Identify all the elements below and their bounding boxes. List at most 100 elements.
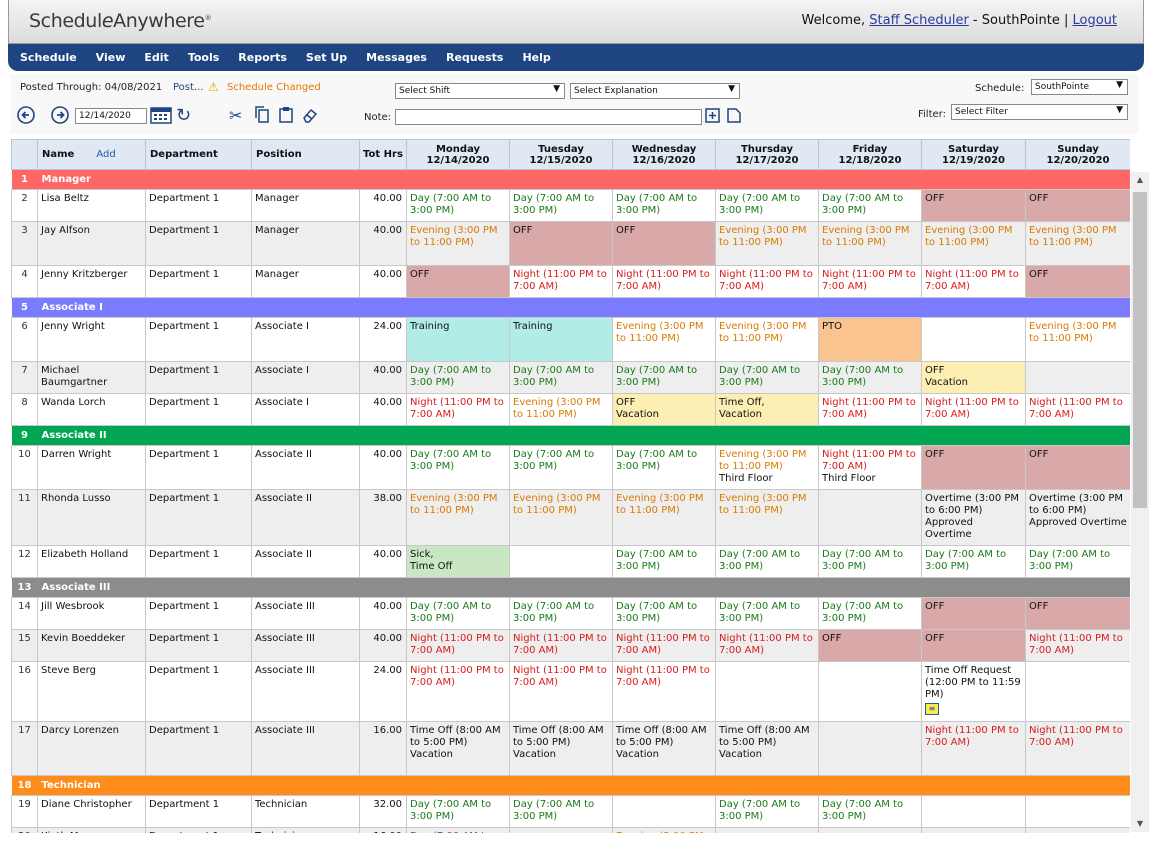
shift-cell[interactable]: Day (7:00 AM to 3:00 PM) (612, 545, 716, 578)
shift-cell[interactable]: Day (7:00 AM to 3:00 PM) (818, 189, 922, 222)
shift-cell[interactable]: Day (7:00 AM to 3:00 PM) (406, 361, 510, 394)
shift-cell[interactable] (1025, 827, 1130, 833)
group-row[interactable]: 18 Technician (11, 775, 1130, 796)
employee-name[interactable]: Jill Wesbrook (37, 597, 146, 630)
employee-name[interactable]: Michael Baumgartner (37, 361, 146, 394)
shift-cell[interactable] (818, 827, 922, 833)
shift-cell[interactable]: Day (7:00 AM to 3:00 PM) (406, 827, 510, 833)
shift-cell[interactable]: Overtime (3:00 PM to 6:00 PM) Approved O… (921, 489, 1026, 546)
name-header[interactable]: Name Add (37, 139, 146, 170)
shift-cell[interactable] (921, 827, 1026, 833)
add-employee-link[interactable]: Add (96, 149, 115, 160)
employee-name[interactable]: Darren Wright (37, 445, 146, 490)
shift-cell[interactable]: Night (11:00 PM to 7:00 AM) (715, 629, 819, 662)
shift-cell[interactable]: Night (11:00 PM to 7:00 AM) (1025, 393, 1130, 426)
shift-cell[interactable]: Time Off (8:00 AM to 5:00 PM) Vacation (406, 721, 510, 776)
menu-view[interactable]: View (96, 51, 126, 64)
day-header-sunday[interactable]: Sunday 12/20/2020 (1025, 139, 1130, 170)
day-header-friday[interactable]: Friday 12/18/2020 (818, 139, 922, 170)
shift-cell[interactable]: Day (7:00 AM to 3:00 PM) (406, 795, 510, 828)
shift-cell[interactable]: OFF (509, 221, 613, 266)
eraser-icon[interactable] (302, 107, 318, 127)
shift-cell[interactable] (1025, 795, 1130, 828)
menu-requests[interactable]: Requests (446, 51, 503, 64)
shift-cell[interactable]: PTO (818, 317, 922, 362)
shift-cell[interactable]: Evening (3:00 PM to 11:00 PM) (715, 317, 819, 362)
shift-cell[interactable]: Night (11:00 PM to 7:00 AM) (1025, 629, 1130, 662)
shift-cell[interactable] (818, 721, 922, 776)
shift-cell[interactable]: Night (11:00 PM to 7:00 AM) (509, 265, 613, 298)
day-header-wednesday[interactable]: Wednesday 12/16/2020 (612, 139, 716, 170)
shift-cell[interactable]: Night (11:00 PM to 7:00 AM) (612, 265, 716, 298)
shift-cell[interactable]: Day (7:00 AM to 3:00 PM) (818, 545, 922, 578)
shift-cell[interactable]: OFF Vacation (612, 393, 716, 426)
employee-name[interactable]: Jay Alfson (37, 221, 146, 266)
shift-cell[interactable] (818, 661, 922, 722)
shift-cell[interactable]: Night (11:00 PM to 7:00 AM) (406, 629, 510, 662)
shift-cell[interactable]: Night (11:00 PM to 7:00 AM) (818, 265, 922, 298)
employee-name[interactable]: Jenny Wright (37, 317, 146, 362)
date-input[interactable] (75, 108, 147, 124)
employee-name[interactable]: Darcy Lorenzen (37, 721, 146, 776)
department-header[interactable]: Department (145, 139, 252, 170)
shift-cell[interactable]: Day (7:00 AM to 3:00 PM) (715, 795, 819, 828)
shift-cell[interactable]: Day (7:00 AM to 3:00 PM) (818, 597, 922, 630)
day-header-tuesday[interactable]: Tuesday 12/15/2020 (509, 139, 613, 170)
copy-icon[interactable] (255, 106, 269, 127)
employee-name[interactable]: Wanda Lorch (37, 393, 146, 426)
tot-hrs-header[interactable]: Tot Hrs (359, 139, 407, 170)
shift-cell[interactable]: Night (11:00 PM to 7:00 AM) (1025, 721, 1130, 776)
shift-cell[interactable]: OFF (1025, 597, 1130, 630)
shift-cell[interactable]: OFF Vacation (921, 361, 1026, 394)
shift-cell[interactable] (715, 827, 819, 833)
document-icon[interactable] (727, 108, 741, 127)
shift-cell[interactable]: Day (7:00 AM to 3:00 PM) (612, 189, 716, 222)
user-link[interactable]: Staff Scheduler (869, 13, 969, 28)
shift-cell[interactable]: Night (11:00 PM to 7:00 AM) (921, 265, 1026, 298)
note-input[interactable] (395, 109, 702, 125)
shift-cell[interactable]: Day (7:00 AM to 3:00 PM) (921, 545, 1026, 578)
shift-cell[interactable]: Day (7:00 AM to 3:00 PM) (715, 189, 819, 222)
shift-cell[interactable]: Evening (3:00 PM to 11:00 PM) (921, 221, 1026, 266)
filter-dropdown[interactable]: Select Filter ▼ (951, 104, 1128, 120)
shift-cell[interactable]: OFF (921, 445, 1026, 490)
position-header[interactable]: Position (251, 139, 360, 170)
shift-cell[interactable]: OFF (406, 265, 510, 298)
shift-cell[interactable]: Evening (3:00 PM to 11:00 PM) (715, 221, 819, 266)
shift-cell[interactable]: Sick, Time Off (406, 545, 510, 578)
shift-cell[interactable]: Time Off (8:00 AM to 5:00 PM) Vacation (509, 721, 613, 776)
shift-cell[interactable]: Night (11:00 PM to 7:00 AM) (509, 629, 613, 662)
shift-cell[interactable]: Night (11:00 PM to 7:00 AM) (921, 721, 1026, 776)
shift-cell[interactable]: Time Off Request (12:00 PM to 11:59 PM) ≡ (921, 661, 1026, 722)
shift-cell[interactable]: Day (7:00 AM to 3:00 PM) (612, 361, 716, 394)
shift-cell[interactable] (1025, 661, 1130, 722)
menu-messages[interactable]: Messages (366, 51, 427, 64)
shift-cell[interactable]: Day (7:00 AM to 3:00 PM) (509, 189, 613, 222)
request-note-icon[interactable]: ≡ (925, 703, 939, 715)
schedule-dropdown[interactable]: SouthPointe ▼ (1031, 79, 1128, 95)
logout-link[interactable]: Logout (1072, 13, 1117, 28)
menu-help[interactable]: Help (522, 51, 550, 64)
shift-cell[interactable]: OFF (1025, 265, 1130, 298)
shift-cell[interactable]: Evening (3:00 PM to 11:00 PM) (612, 489, 716, 546)
shift-cell[interactable]: Day (7:00 AM to 3:00 PM) (509, 445, 613, 490)
shift-cell[interactable]: Night (11:00 PM to 7:00 AM) (818, 393, 922, 426)
shift-cell[interactable]: Training (406, 317, 510, 362)
menu-setup[interactable]: Set Up (306, 51, 347, 64)
shift-cell[interactable]: OFF (921, 189, 1026, 222)
shift-cell[interactable]: Night (11:00 PM to 7:00 AM) (406, 661, 510, 722)
shift-cell[interactable]: Day (7:00 AM to 3:00 PM) (612, 445, 716, 490)
scroll-down-arrow-icon[interactable]: ▼ (1131, 816, 1149, 832)
group-row[interactable]: 9 Associate II (11, 425, 1130, 446)
shift-cell[interactable] (921, 795, 1026, 828)
shift-cell[interactable]: Night (11:00 PM to 7:00 AM) Third Floor (818, 445, 922, 490)
group-row[interactable]: 1 Manager (11, 169, 1130, 190)
refresh-icon[interactable]: ↻ (176, 105, 191, 126)
select-shift-dropdown[interactable]: Select Shift ▼ (395, 83, 565, 99)
shift-cell[interactable]: Day (7:00 AM to 3:00 PM) (715, 361, 819, 394)
shift-cell[interactable]: Day (7:00 AM to 3:00 PM) (406, 445, 510, 490)
day-header-saturday[interactable]: Saturday 12/19/2020 (921, 139, 1026, 170)
shift-cell[interactable]: Day (7:00 AM to 3:00 PM) (1025, 545, 1130, 578)
shift-cell[interactable]: Time Off (8:00 AM to 5:00 PM) Vacation (612, 721, 716, 776)
shift-cell[interactable]: Night (11:00 PM to 7:00 AM) (406, 393, 510, 426)
